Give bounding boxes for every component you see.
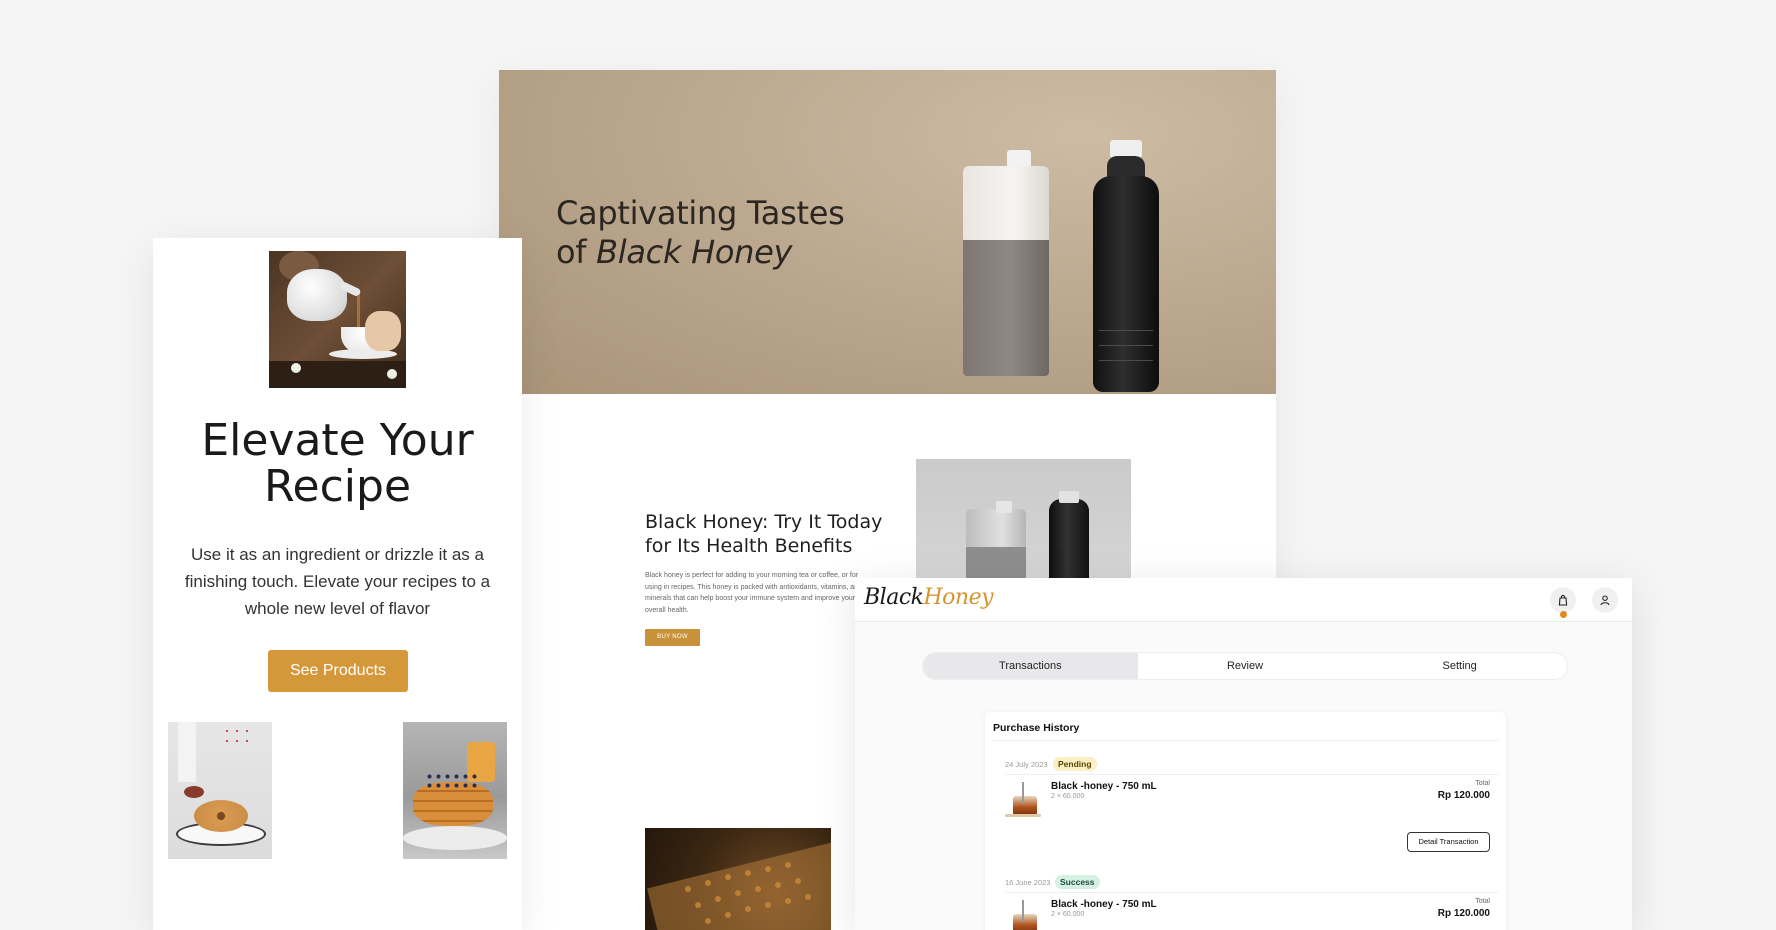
product-photo bbox=[916, 459, 1131, 589]
benefits-text: Black honey is perfect for adding to you… bbox=[645, 572, 862, 614]
product-thumbnail bbox=[1003, 898, 1041, 930]
brand-logo[interactable]: BlackHoney bbox=[864, 585, 994, 610]
app-header: BlackHoney bbox=[855, 578, 1632, 622]
pancakes-photo bbox=[403, 722, 507, 859]
transaction-date: 24 July 2023 bbox=[1005, 760, 1048, 769]
tea-pouring-photo bbox=[269, 251, 406, 388]
status-badge: Pending bbox=[1053, 757, 1097, 771]
hero-title: Captivating Tastes of Black Honey bbox=[556, 194, 876, 272]
tab-setting[interactable]: Setting bbox=[1352, 653, 1567, 679]
brand-black: Black bbox=[864, 585, 924, 610]
tab-review[interactable]: Review bbox=[1138, 653, 1353, 679]
user-icon bbox=[1600, 595, 1610, 606]
product-quantity: 2 × 60.000 bbox=[1051, 793, 1085, 800]
purchase-history-title: Purchase History bbox=[993, 722, 1080, 734]
cart-button[interactable] bbox=[1550, 587, 1576, 613]
total-amount: Rp 120.000 bbox=[1437, 908, 1490, 919]
divider bbox=[993, 740, 1498, 741]
hero-banner: Captivating Tastes of Black Honey bbox=[499, 70, 1276, 394]
purchase-history-card: Purchase History 24 July 2023 Pending Bl… bbox=[985, 712, 1506, 930]
hero-title-emphasis: Black Honey bbox=[596, 233, 793, 271]
hero-jerrycan-image bbox=[959, 150, 1049, 376]
cart-notification-dot bbox=[1560, 611, 1567, 618]
hero-title-line1: Captivating Tastes bbox=[556, 194, 845, 232]
product-name: Black -honey - 750 mL bbox=[1051, 899, 1157, 910]
product-quantity: 2 × 60.000 bbox=[1051, 911, 1085, 918]
profile-button[interactable] bbox=[1592, 587, 1618, 613]
tab-transactions[interactable]: Transactions bbox=[923, 653, 1138, 679]
divider bbox=[1005, 892, 1498, 893]
total-label: Total bbox=[1475, 898, 1490, 905]
status-badge: Success bbox=[1055, 875, 1100, 889]
total-amount: Rp 120.000 bbox=[1437, 790, 1490, 801]
total-label: Total bbox=[1475, 780, 1490, 787]
product-name: Black -honey - 750 mL bbox=[1051, 781, 1157, 792]
elevate-title: Elevate Your Recipe bbox=[201, 415, 474, 512]
see-products-button[interactable]: See Products bbox=[268, 650, 408, 692]
elevate-text: Use it as an ingredient or drizzle it as… bbox=[184, 545, 491, 618]
honeycomb-photo bbox=[645, 828, 831, 930]
dashboard-window: BlackHoney Transactions Review Setting P… bbox=[855, 578, 1632, 930]
detail-transaction-button[interactable]: Detail Transaction bbox=[1407, 832, 1490, 852]
buy-now-button[interactable]: BUY NOW bbox=[645, 629, 700, 646]
hero-title-prefix: of bbox=[556, 233, 597, 271]
account-tabs: Transactions Review Setting bbox=[922, 652, 1568, 680]
hero-bottle-image bbox=[1091, 140, 1161, 392]
cookies-photo bbox=[168, 722, 272, 859]
product-thumbnail bbox=[1003, 780, 1041, 820]
divider bbox=[1005, 774, 1498, 775]
benefits-title: Black Honey: Try It Today for Its Health… bbox=[645, 511, 883, 557]
brand-honey: Honey bbox=[923, 585, 994, 610]
shopping-bag-icon bbox=[1558, 594, 1568, 606]
mobile-landing-page: Elevate Your Recipe Use it as an ingredi… bbox=[153, 238, 522, 930]
transaction-date: 16 June 2023 bbox=[1005, 878, 1051, 887]
